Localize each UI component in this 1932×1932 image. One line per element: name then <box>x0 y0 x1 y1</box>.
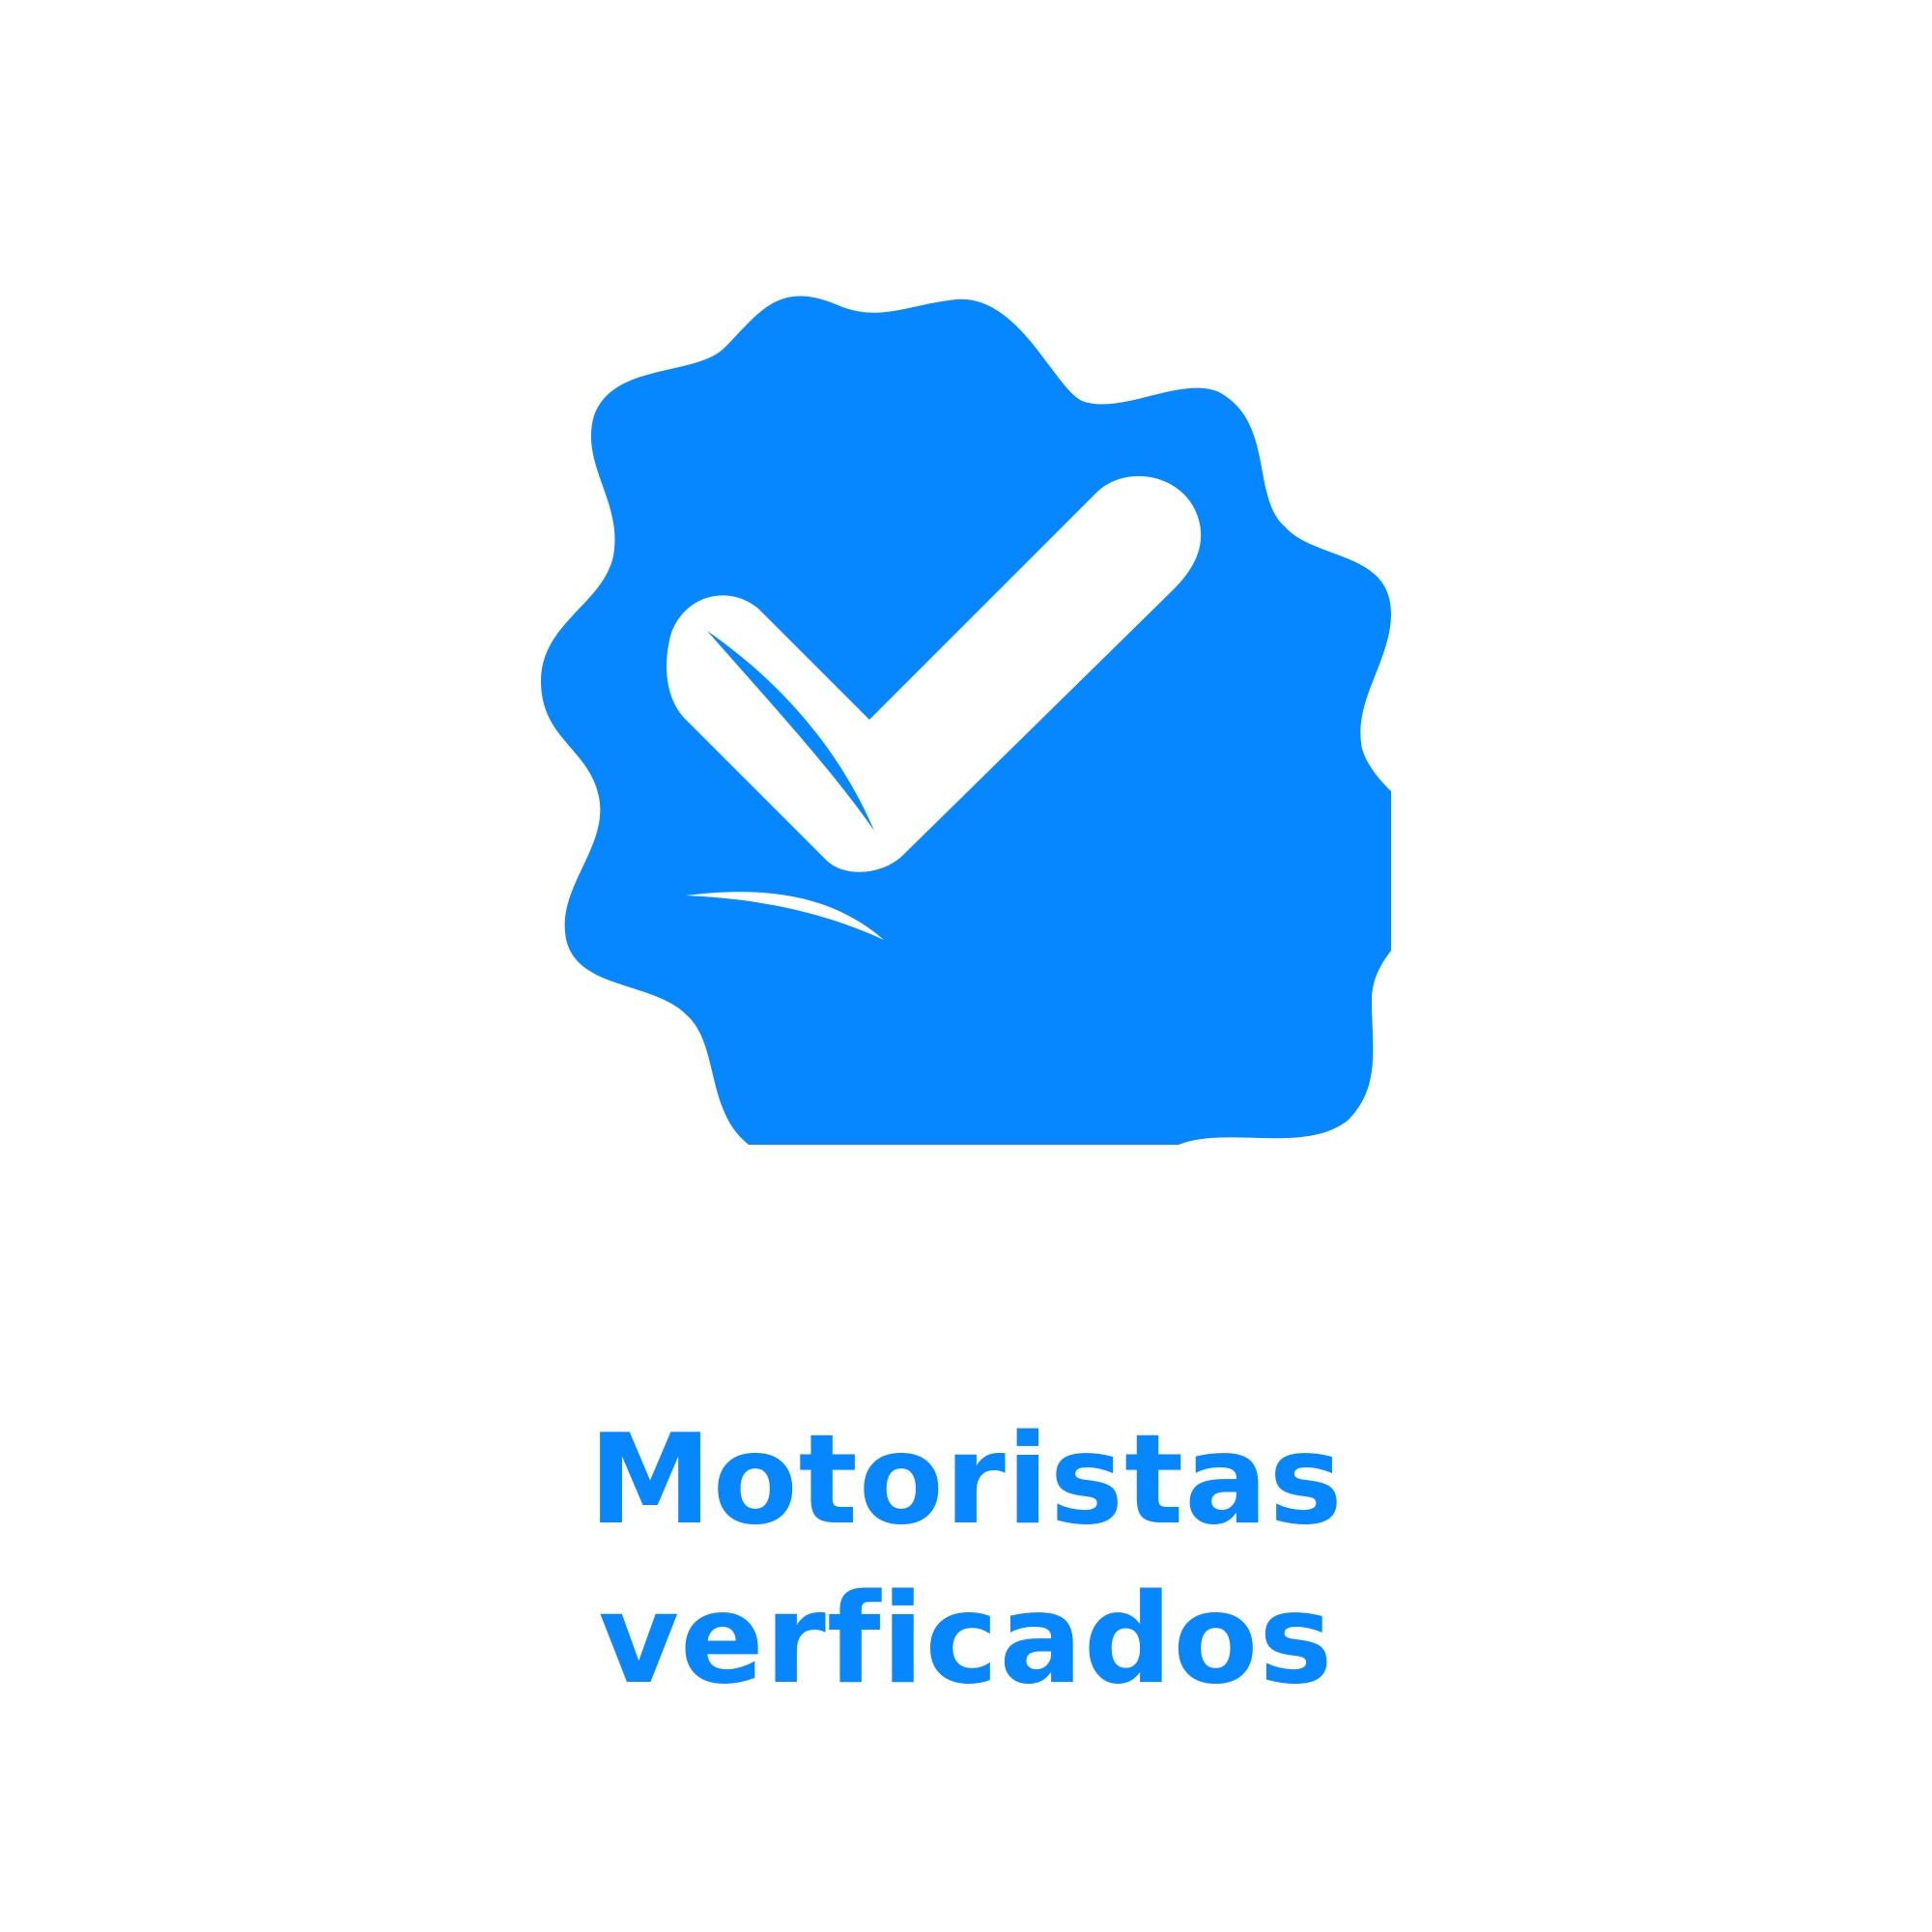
caption-line-1: Motoristas <box>588 1408 1344 1552</box>
verified-drivers-card: Motoristas verficados <box>0 0 1932 1932</box>
caption-line-2: verficados <box>598 1568 1334 1712</box>
caption: Motoristas verficados <box>0 1401 1932 1719</box>
verified-badge-icon <box>541 296 1391 1145</box>
